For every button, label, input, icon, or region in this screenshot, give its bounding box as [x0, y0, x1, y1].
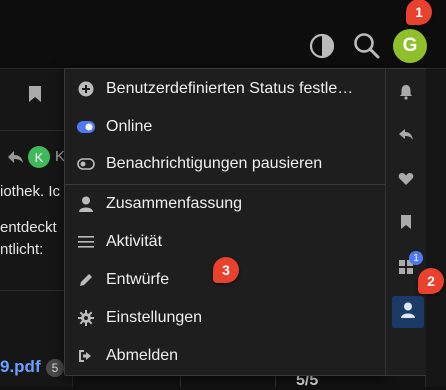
user-icon	[401, 302, 415, 323]
step-badge-1: 1	[406, 0, 432, 25]
step-badge-2: 2	[418, 268, 444, 294]
menu-item-label: Entwürfe	[106, 271, 170, 288]
reply-user-avatar[interactable]: K	[28, 146, 50, 168]
reply-icon[interactable]	[397, 126, 415, 144]
menu-item-activity[interactable]: Aktivität	[77, 229, 162, 255]
menu-item-logout[interactable]: Abmelden	[77, 343, 178, 369]
pencil-icon	[77, 271, 95, 289]
step-badge-1-text: 1	[415, 4, 423, 20]
profile-tab-active[interactable]	[392, 296, 424, 328]
menu-divider	[65, 184, 387, 185]
menu-item-label: Einstellungen	[106, 309, 203, 326]
right-edge-panel	[425, 70, 446, 387]
menu-item-label: Abmelden	[106, 347, 179, 364]
user-avatar-button[interactable]: G	[393, 29, 427, 63]
user-menu-panel: Benutzerdefinierten Status festle… Onlin…	[64, 68, 388, 376]
pdf-count-text: 5	[51, 361, 59, 375]
bell-icon[interactable]	[397, 83, 415, 101]
bookmark-icon[interactable]	[397, 213, 415, 231]
divider-line	[0, 130, 72, 131]
search-icon[interactable]	[352, 31, 382, 61]
timeline-line	[180, 376, 181, 387]
menu-item-label: Online	[106, 118, 153, 135]
menu-item-custom-status[interactable]: Benutzerdefinierten Status festle…	[77, 76, 353, 102]
chat-count-text: 1	[413, 252, 419, 264]
pdf-attachment-link[interactable]: 9.pdf	[0, 357, 41, 377]
reply-user-initial: K	[34, 149, 44, 165]
toggle-off-icon	[77, 155, 95, 173]
gear-icon	[77, 309, 95, 327]
pdf-click-count: 5	[46, 359, 64, 377]
menu-item-label: Benutzerdefinierten Status festle…	[106, 80, 354, 97]
user-menu-tabs	[385, 68, 426, 376]
sign-out-icon	[77, 347, 95, 365]
divider-line	[0, 290, 72, 291]
top-bar: G 1	[0, 0, 446, 69]
step-badge-3: 3	[213, 257, 239, 283]
step-badge-3-text: 3	[222, 262, 230, 278]
menu-item-label: Benachrichtigungen pausieren	[106, 155, 323, 172]
post-text-line-1: iothek. Ic	[0, 183, 61, 200]
chat-count-badge: 1	[409, 251, 423, 265]
menu-item-pause-notifications[interactable]: Benachrichtigungen pausieren	[77, 151, 322, 177]
user-icon	[77, 195, 95, 213]
menu-item-summary[interactable]: Zusammenfassung	[77, 191, 242, 217]
list-icon	[77, 233, 95, 251]
timeline-line	[275, 376, 276, 387]
menu-item-label: Aktivität	[106, 233, 163, 250]
post-text-line-3: ntlicht:	[0, 241, 44, 258]
menu-item-online[interactable]: Online	[77, 114, 152, 140]
theme-toggle-icon[interactable]	[308, 32, 336, 60]
bookmark-icon[interactable]	[26, 84, 44, 104]
menu-item-settings[interactable]: Einstellungen	[77, 305, 202, 331]
reply-arrow-icon	[6, 148, 24, 166]
step-badge-2-text: 2	[427, 273, 435, 289]
heart-icon[interactable]	[397, 170, 415, 188]
menu-item-label: Zusammenfassung	[106, 195, 243, 212]
plus-circle-icon	[77, 80, 95, 98]
avatar-initial: G	[402, 35, 418, 56]
post-text-line-2: entdeckt	[0, 219, 57, 236]
toggle-on-icon	[77, 118, 95, 136]
menu-item-drafts[interactable]: Entwürfe	[77, 267, 169, 293]
